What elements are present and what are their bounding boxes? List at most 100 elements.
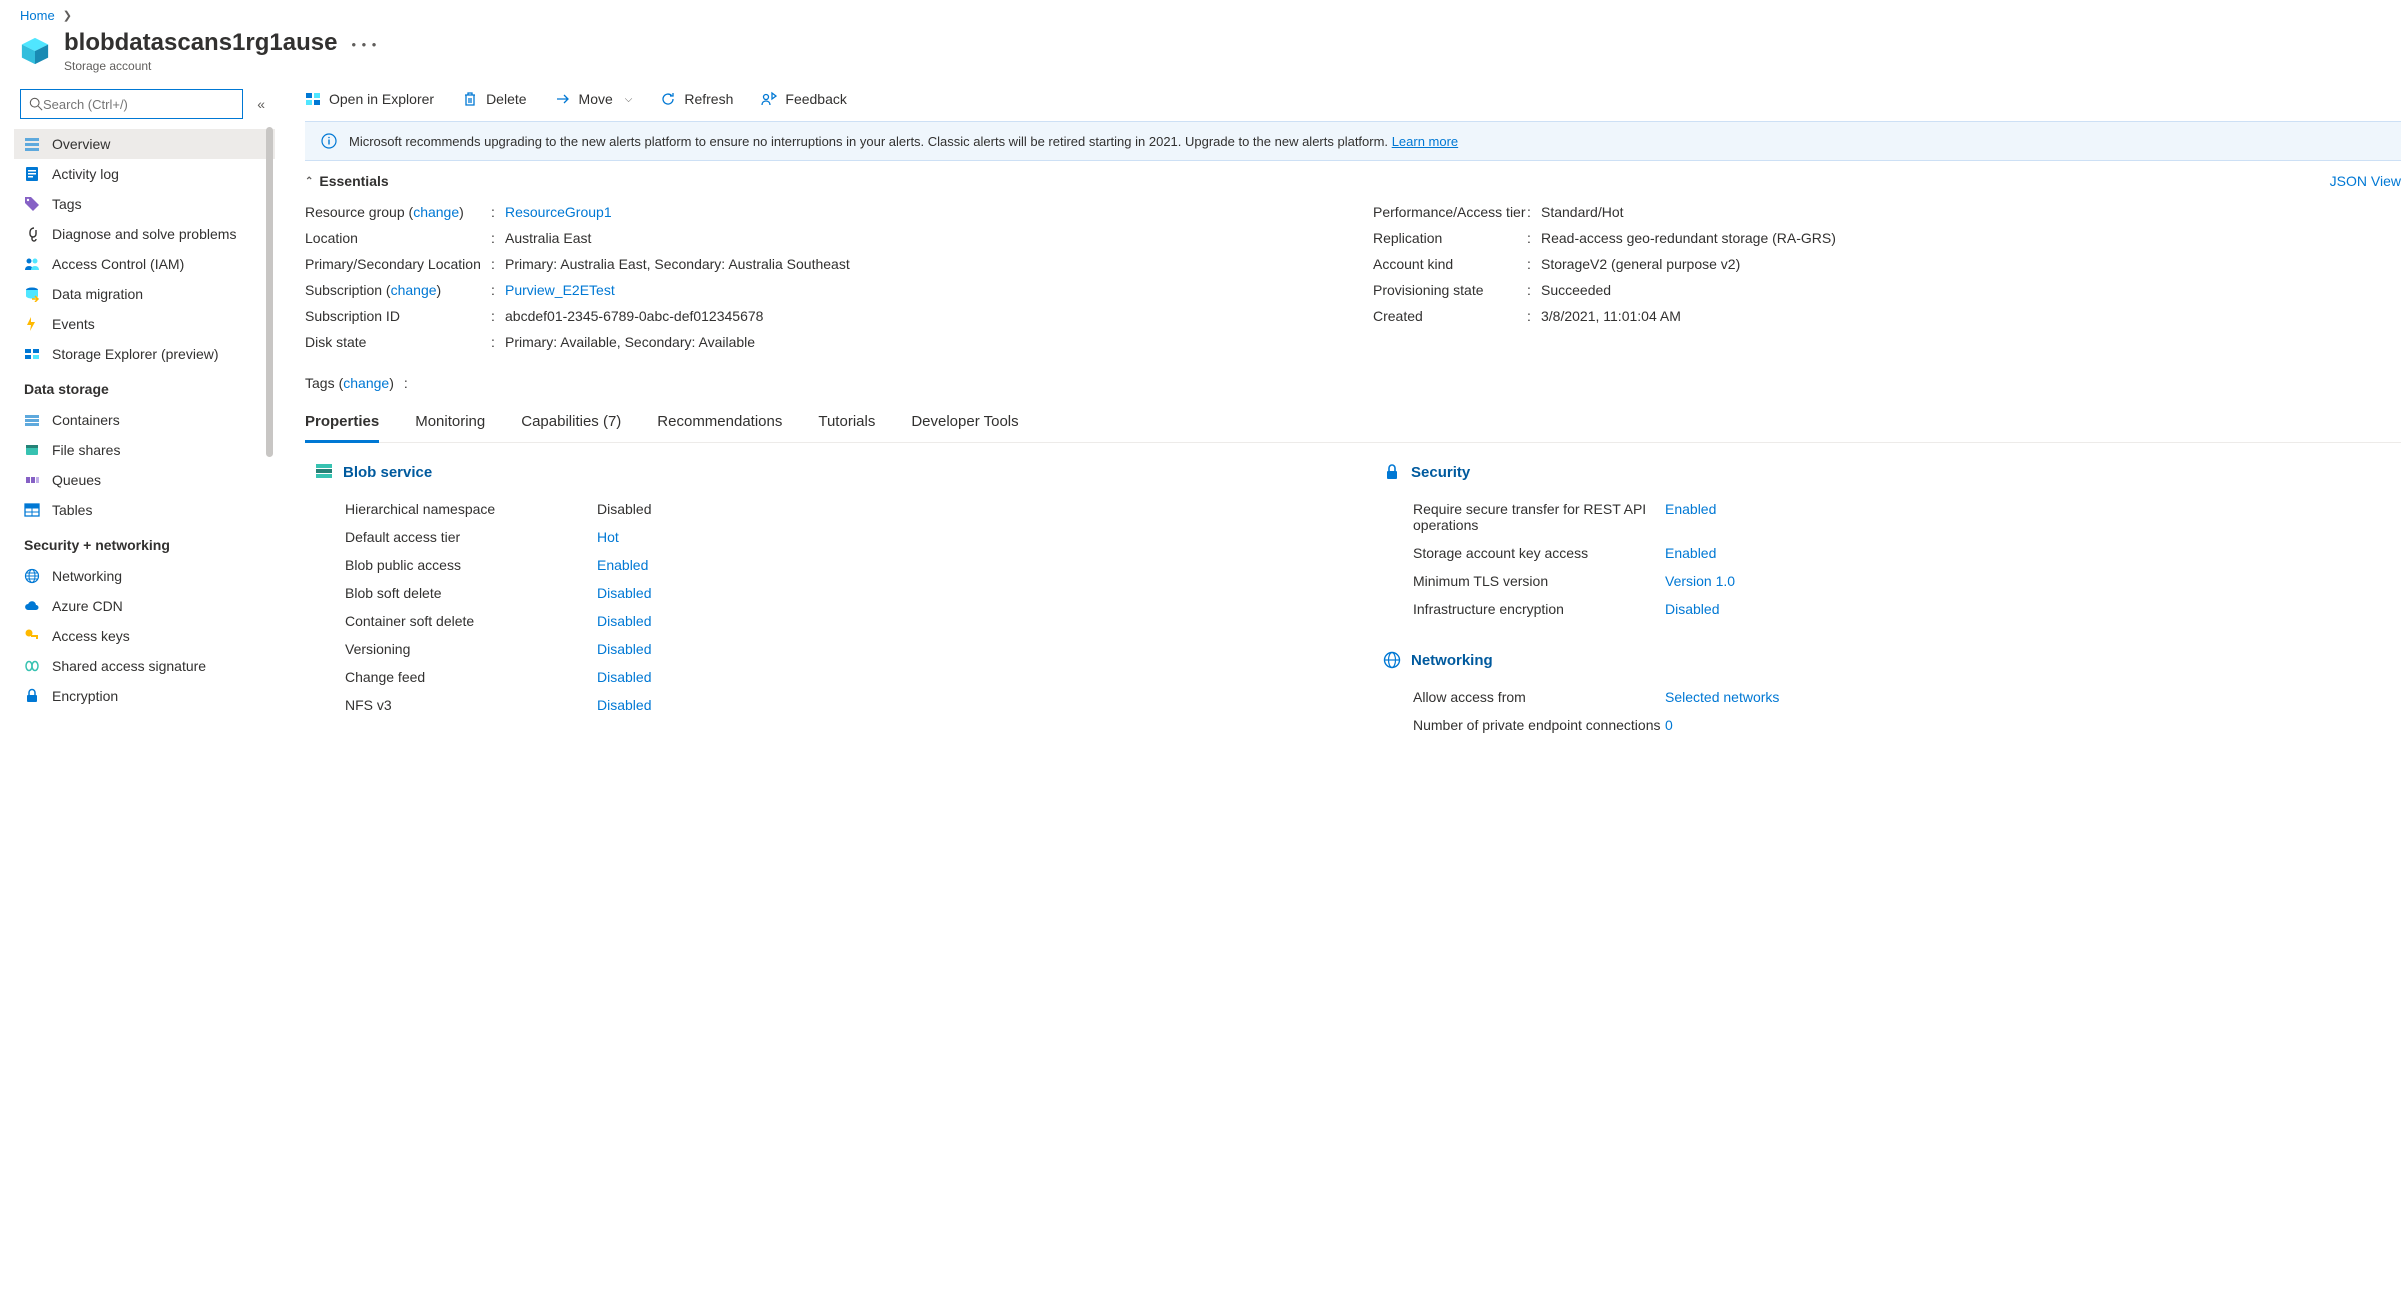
tab-capabilities[interactable]: Capabilities (7) (521, 413, 621, 443)
networking-section: Networking Allow access fromSelected net… (1383, 651, 2391, 739)
property-row: VersioningDisabled (315, 635, 1323, 663)
ess-label-perf: Performance/Access tier (1373, 204, 1527, 220)
property-label: Blob public access (345, 557, 597, 573)
change-resource-group-link[interactable]: change (413, 204, 459, 220)
move-label: Move (579, 91, 613, 107)
sas-icon (24, 658, 40, 674)
explorer-icon (305, 91, 321, 107)
diagnose-icon (24, 226, 40, 242)
move-button[interactable]: Move ⌵ (555, 91, 633, 107)
tab-developer-tools[interactable]: Developer Tools (911, 413, 1018, 443)
fileshares-icon (24, 442, 40, 458)
blob-service-title[interactable]: Blob service (343, 464, 432, 481)
delete-button[interactable]: Delete (462, 91, 526, 107)
tables-icon (24, 502, 40, 518)
tab-recommendations[interactable]: Recommendations (657, 413, 782, 443)
property-value[interactable]: Disabled (597, 641, 651, 657)
page-title-row: blobdatascans1rg1ause Storage account • … (0, 27, 2401, 83)
property-value[interactable]: Disabled (597, 669, 651, 685)
sidebar-item-networking[interactable]: Networking (14, 561, 275, 591)
explorer-icon (24, 346, 40, 362)
sidebar-item-file-shares[interactable]: File shares (14, 435, 275, 465)
sidebar-item-containers[interactable]: Containers (14, 405, 275, 435)
security-title[interactable]: Security (1411, 464, 1470, 481)
sidebar-item-overview[interactable]: Overview (14, 129, 275, 159)
property-label: Container soft delete (345, 613, 597, 629)
sidebar-item-label: Activity log (52, 166, 119, 182)
feedback-button[interactable]: Feedback (761, 91, 846, 107)
property-row: Change feedDisabled (315, 663, 1323, 691)
collapse-sidebar-button[interactable]: « (253, 92, 269, 116)
tab-monitoring[interactable]: Monitoring (415, 413, 485, 443)
networking-title[interactable]: Networking (1411, 652, 1493, 669)
more-actions-icon[interactable]: • • • (351, 37, 377, 66)
ess-label-disk: Disk state (305, 334, 491, 350)
sidebar-item-shared-access-signature[interactable]: Shared access signature (14, 651, 275, 681)
sidebar-item-encryption[interactable]: Encryption (14, 681, 275, 711)
property-row: NFS v3Disabled (315, 691, 1323, 719)
essentials-title: Essentials (319, 173, 388, 189)
sidebar-item-label: Diagnose and solve problems (52, 226, 236, 242)
replication-value: Read-access geo-redundant storage (RA-GR… (1541, 230, 1836, 246)
sidebar-item-activity-log[interactable]: Activity log (14, 159, 275, 189)
search-input[interactable] (43, 97, 234, 112)
created-value: 3/8/2021, 11:01:04 AM (1541, 308, 1681, 324)
sidebar-section-data-storage: Data storage (14, 369, 275, 405)
tab-tutorials[interactable]: Tutorials (818, 413, 875, 443)
page-title: blobdatascans1rg1ause (64, 29, 337, 57)
property-value[interactable]: Disabled (597, 613, 651, 629)
sidebar-item-events[interactable]: Events (14, 309, 275, 339)
property-value[interactable]: Enabled (1665, 501, 1716, 517)
sidebar-item-azure-cdn[interactable]: Azure CDN (14, 591, 275, 621)
sidebar-item-label: Access keys (52, 628, 130, 644)
sidebar-item-label: File shares (52, 442, 120, 458)
property-label: Storage account key access (1413, 545, 1665, 561)
refresh-icon (660, 91, 676, 107)
property-value[interactable]: Version 1.0 (1665, 573, 1735, 589)
resource-group-value[interactable]: ResourceGroup1 (505, 204, 612, 220)
sidebar-item-queues[interactable]: Queues (14, 465, 275, 495)
security-icon (1383, 463, 1401, 481)
open-in-explorer-button[interactable]: Open in Explorer (305, 91, 434, 107)
banner-learn-more-link[interactable]: Learn more (1392, 134, 1458, 149)
networking-icon (1383, 651, 1401, 669)
sidebar-item-tags[interactable]: Tags (14, 189, 275, 219)
property-value[interactable]: 0 (1665, 717, 1673, 733)
sidebar-item-diagnose-and-solve-problems[interactable]: Diagnose and solve problems (14, 219, 275, 249)
property-value[interactable]: Disabled (1665, 601, 1719, 617)
refresh-button[interactable]: Refresh (660, 91, 733, 107)
sidebar-item-label: Events (52, 316, 95, 332)
change-tags-link[interactable]: change (343, 375, 389, 391)
property-value[interactable]: Disabled (597, 697, 651, 713)
property-value: Disabled (597, 501, 651, 517)
sidebar-scrollbar[interactable] (266, 127, 273, 457)
subscription-value[interactable]: Purview_E2ETest (505, 282, 615, 298)
chevron-up-icon: ⌃ (305, 176, 313, 187)
sidebar-item-data-migration[interactable]: Data migration (14, 279, 275, 309)
sidebar-item-label: Containers (52, 412, 120, 428)
property-value[interactable]: Enabled (1665, 545, 1716, 561)
sidebar-item-access-keys[interactable]: Access keys (14, 621, 275, 651)
property-value[interactable]: Enabled (597, 557, 648, 573)
property-value[interactable]: Disabled (597, 585, 651, 601)
breadcrumb-home[interactable]: Home (20, 8, 55, 23)
property-value[interactable]: Selected networks (1665, 689, 1779, 705)
property-row: Default access tierHot (315, 523, 1323, 551)
account-kind-value: StorageV2 (general purpose v2) (1541, 256, 1740, 272)
ess-label-prim: Primary/Secondary Location (305, 256, 491, 272)
property-row: Allow access fromSelected networks (1383, 683, 2391, 711)
page-subtitle: Storage account (64, 59, 337, 73)
essentials-toggle[interactable]: ⌃ Essentials (305, 173, 389, 189)
ess-label-subid: Subscription ID (305, 308, 491, 324)
property-value[interactable]: Hot (597, 529, 619, 545)
json-view-link[interactable]: JSON View (2330, 173, 2401, 189)
sidebar-item-access-control-iam-[interactable]: Access Control (IAM) (14, 249, 275, 279)
property-row: Container soft deleteDisabled (315, 607, 1323, 635)
change-subscription-link[interactable]: change (391, 282, 437, 298)
property-row: Storage account key accessEnabled (1383, 539, 2391, 567)
sidebar-item-storage-explorer-preview-[interactable]: Storage Explorer (preview) (14, 339, 275, 369)
storage-account-icon (20, 36, 50, 66)
tab-properties[interactable]: Properties (305, 413, 379, 443)
sidebar-item-tables[interactable]: Tables (14, 495, 275, 525)
search-box[interactable] (20, 89, 243, 119)
